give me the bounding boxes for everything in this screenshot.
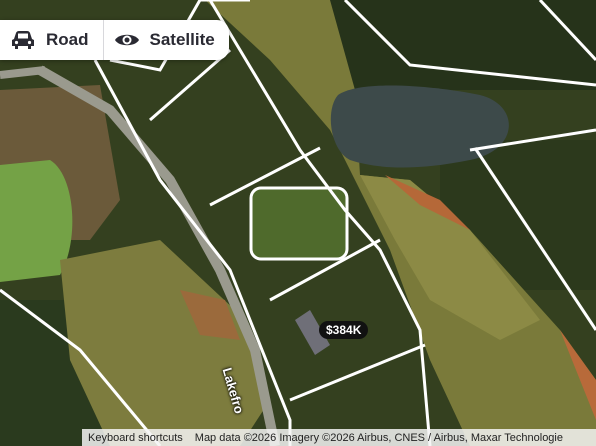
pond <box>330 85 509 168</box>
map-type-toggle: Road Satellite <box>0 20 229 60</box>
keyboard-shortcuts-link[interactable]: Keyboard shortcuts <box>82 432 189 444</box>
road-button[interactable]: Road <box>0 20 103 60</box>
map-footer: Keyboard shortcuts Map data ©2026 Imager… <box>82 429 596 446</box>
forest-patch <box>330 0 596 90</box>
car-icon <box>12 31 34 49</box>
road-shoulder <box>0 66 46 79</box>
price-marker[interactable]: $384K <box>319 321 369 339</box>
satellite-label: Satellite <box>149 30 215 49</box>
satellite-button[interactable]: Satellite <box>104 20 229 60</box>
selected-parcel[interactable] <box>249 186 349 261</box>
road-label: Road <box>46 30 89 49</box>
satellite-map[interactable] <box>0 0 596 446</box>
map-attribution: Map data ©2026 Imagery ©2026 Airbus, CNE… <box>194 431 563 444</box>
eye-icon <box>114 34 139 46</box>
